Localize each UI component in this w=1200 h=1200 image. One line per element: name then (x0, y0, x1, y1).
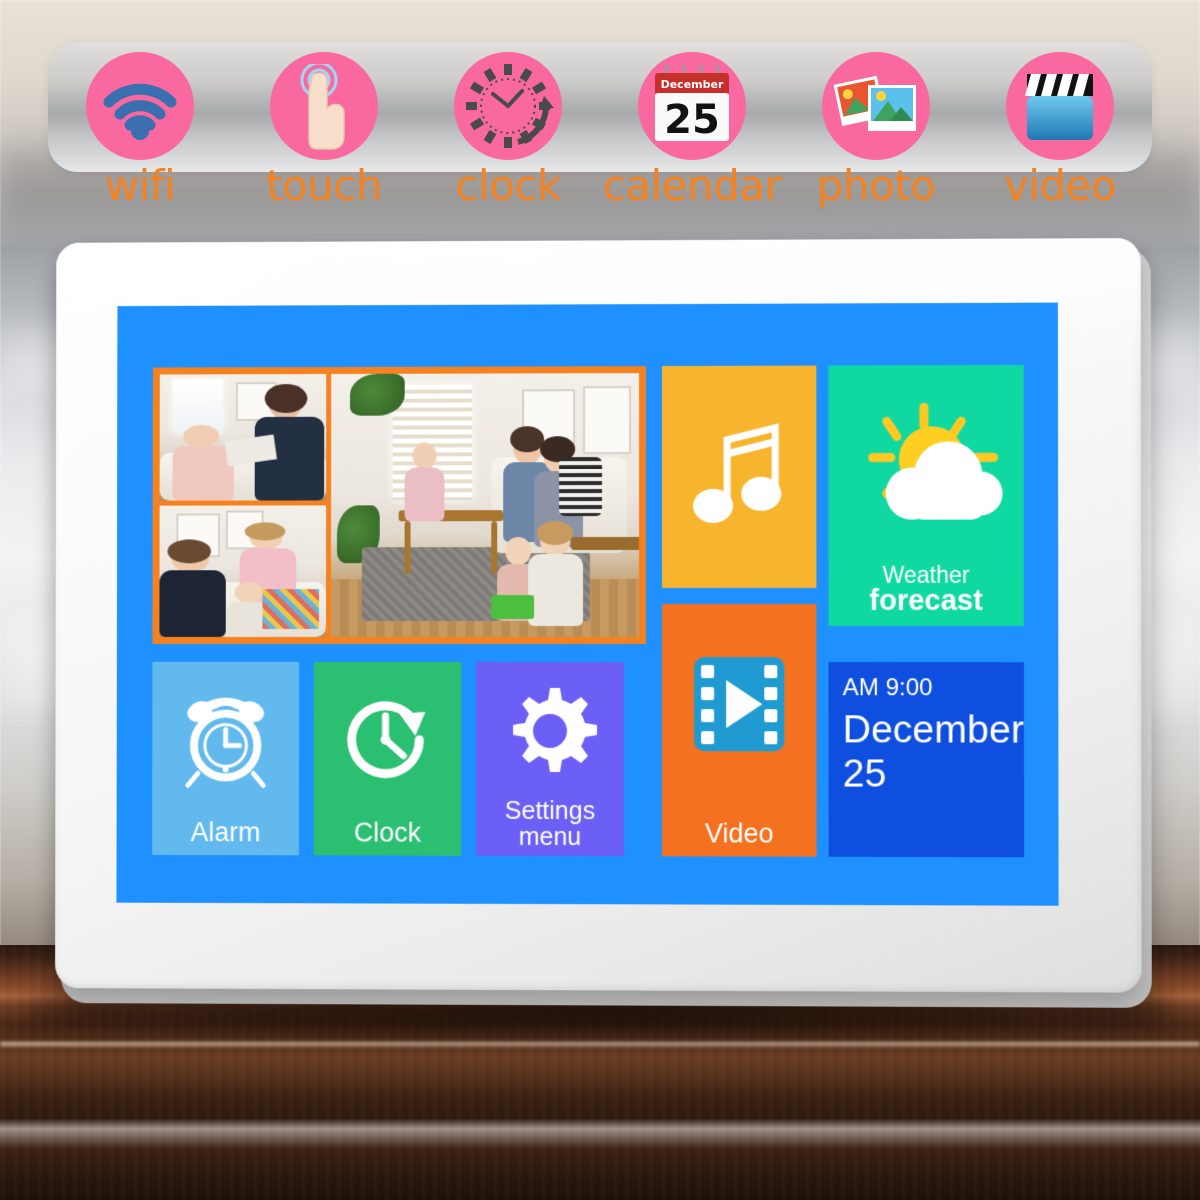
tile-caption-alarm: Alarm (190, 817, 261, 848)
collage-photo-2[interactable] (159, 505, 327, 637)
settings-caption-line1: Settings (504, 796, 596, 826)
device-front-bezel: Weather forecast Alarm Clock Settings me… (55, 238, 1142, 993)
tile-alarm[interactable]: Alarm (152, 661, 300, 856)
feature-label-wifi: wifi (104, 161, 176, 210)
weather-tile-caption: Weather forecast (828, 561, 1023, 617)
calendar-month-text: December (661, 78, 724, 91)
weather-caption-line2: forecast (869, 584, 983, 617)
touch-finger-icon (270, 52, 378, 160)
tile-caption-settings: Settings menu (476, 796, 624, 851)
clock-icon (454, 52, 562, 160)
calendar-day-text: 25 (664, 97, 720, 143)
feature-item-wifi: wifi (48, 52, 232, 208)
tile-weather-forecast[interactable]: Weather forecast (828, 364, 1024, 627)
clapperboard-icon (1006, 52, 1114, 160)
tile-caption-clock: Clock (353, 818, 422, 849)
photo-collage[interactable] (152, 366, 647, 645)
tile-date-time[interactable]: AM 9:00 December 25 (828, 662, 1025, 858)
frame-screen[interactable]: Weather forecast Alarm Clock Settings me… (116, 302, 1059, 906)
table-edge-highlight (0, 1042, 1200, 1048)
current-date: December 25 (842, 708, 1024, 796)
feature-label-clock: clock (455, 161, 561, 210)
feature-label-touch: touch (266, 161, 383, 210)
feature-label-video: video (1003, 161, 1117, 210)
current-month: December (842, 708, 1024, 752)
feature-item-touch: touch (232, 52, 416, 208)
tile-music[interactable] (662, 365, 817, 588)
feature-list: wifi touch clock December 25 calendar ph… (48, 52, 1152, 242)
tile-video[interactable]: Video (662, 603, 817, 857)
weather-caption-line1: Weather (882, 561, 970, 588)
product-scene: wifi touch clock December 25 calendar ph… (0, 0, 1200, 1200)
feature-item-calendar: December 25 calendar (600, 52, 784, 208)
feature-item-clock: clock (416, 52, 600, 208)
collage-photo-3[interactable] (325, 373, 640, 638)
photos-icon (822, 52, 930, 160)
tile-settings-menu[interactable]: Settings menu (476, 661, 624, 857)
feature-label-photo: photo (816, 161, 936, 210)
current-time: AM 9:00 (842, 674, 933, 702)
tile-clock[interactable]: Clock (313, 661, 462, 856)
settings-caption-line2: menu (518, 822, 582, 851)
home-screen-grid: Weather forecast Alarm Clock Settings me… (152, 364, 1025, 858)
current-day: 25 (842, 752, 887, 796)
calendar-icon: December 25 (638, 52, 746, 160)
digital-photo-frame-device: Weather forecast Alarm Clock Settings me… (55, 238, 1152, 1008)
feature-item-video: video (968, 52, 1152, 208)
wifi-icon (86, 52, 194, 160)
collage-left-column (159, 373, 327, 637)
feature-label-calendar: calendar (602, 161, 782, 210)
tile-caption-video: Video (704, 818, 774, 850)
feature-item-photo: photo (784, 52, 968, 208)
music-note-icon (662, 366, 816, 588)
collage-photo-1[interactable] (159, 373, 327, 506)
